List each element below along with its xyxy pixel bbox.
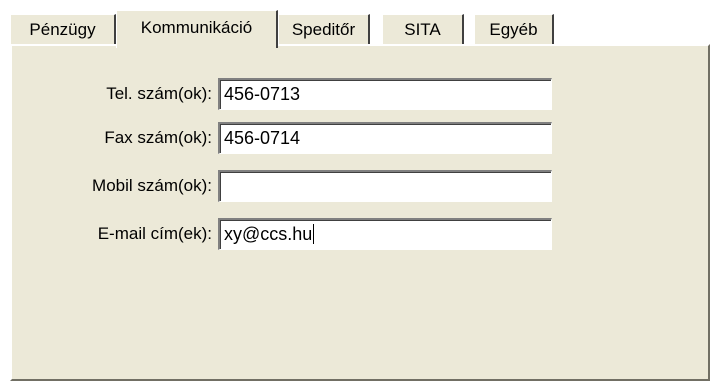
phone-label: Tel. szám(ok): [106, 84, 212, 103]
email-label: E-mail cím(ek): [97, 224, 212, 243]
kommunikacio-panel: Tel. szám(ok): 456-0713 Fax szám(ok): 45… [10, 44, 710, 381]
tab-penzugy[interactable]: Pénzügy [10, 14, 116, 44]
email-row: E-mail cím(ek): [12, 218, 212, 250]
phone-input[interactable]: 456-0713 [218, 78, 552, 110]
fax-value: 456-0714 [224, 128, 301, 148]
tab-egyeb[interactable]: Egyéb [474, 14, 554, 44]
email-value: xy@ccs.hu [224, 224, 313, 244]
tab-speditor[interactable]: Speditőr [278, 14, 370, 44]
fax-input[interactable]: 456-0714 [218, 122, 552, 154]
mobile-label: Mobil szám(ok): [92, 176, 212, 195]
tab-sita[interactable]: SITA [382, 14, 464, 44]
mobile-row: Mobil szám(ok): [12, 170, 212, 202]
dialog-window: Pénzügy Speditőr SITA Egyéb Kommunikáció… [0, 0, 726, 383]
text-caret [313, 224, 315, 244]
fax-label: Fax szám(ok): [104, 128, 212, 147]
tab-kommunikacio[interactable]: Kommunikáció [116, 10, 278, 48]
phone-value: 456-0713 [224, 84, 301, 104]
email-input[interactable]: xy@ccs.hu [218, 218, 552, 250]
phone-row: Tel. szám(ok): [12, 78, 212, 110]
tab-strip: Pénzügy Speditőr SITA Egyéb Kommunikáció [10, 10, 710, 48]
fax-row: Fax szám(ok): [12, 122, 212, 154]
mobile-input[interactable] [218, 170, 552, 202]
